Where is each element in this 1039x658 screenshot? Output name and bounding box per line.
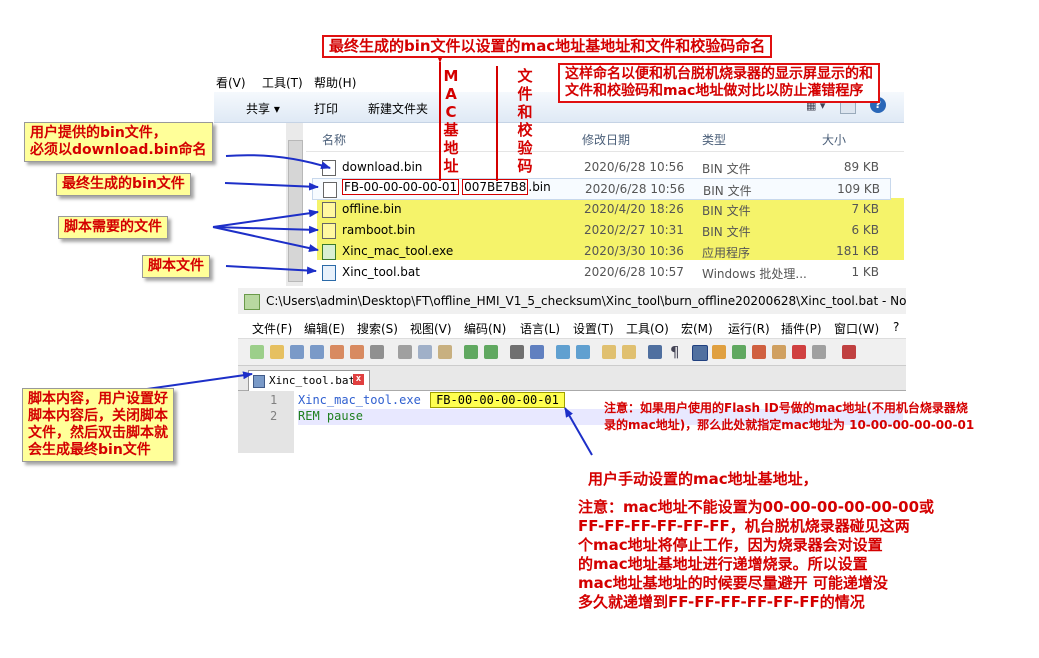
naming-purpose-note: 这样命名以便和机台脱机烧录器的显示屏显示的和 文件和校验码和mac地址做对比以防…: [558, 63, 880, 103]
script-file-callout: 脚本文件: [142, 255, 210, 278]
user-bin-callout: 用户提供的bin文件， 必须以download.bin命名: [24, 122, 213, 162]
checksum-label-char: 和: [517, 103, 533, 121]
checksum-label-char: 校: [517, 121, 533, 139]
arrow-final-bin: [224, 182, 319, 191]
mac-label-char: 基: [443, 121, 459, 139]
arrow-user-bin: [225, 154, 331, 170]
script-content-callout: 脚本内容，用户设置好 脚本内容后，关闭脚本 文件，然后双击脚本就 会生成最终bi…: [22, 388, 174, 462]
checksum-label-char: 码: [517, 157, 533, 175]
mac-label-char: M: [443, 67, 459, 85]
arrow-script-file: [225, 265, 317, 275]
manual-mac-note: 用户手动设置的mac地址基地址，: [588, 470, 818, 488]
mac-label-char: 址: [443, 157, 459, 175]
checksum-label-char: 验: [517, 139, 533, 157]
flash-id-note: 注意：如果用户使用的Flash ID号做的mac地址(不用机台烧录器烧 录的ma…: [604, 401, 975, 432]
mac-label-char: 地: [443, 139, 459, 157]
arrow-mac-arg: [564, 407, 593, 456]
naming-rule-banner: 最终生成的bin文件以设置的mac地址基地址和文件和校验码命名: [322, 35, 773, 58]
checksum-label-char: 文: [517, 67, 533, 85]
script-needed-callout: 脚本需要的文件: [58, 216, 168, 239]
checksum-label-char: 件: [517, 85, 533, 103]
arrow-script-needed: [212, 209, 319, 228]
mac-warning-note: 注意：mac地址不能设置为00-00-00-00-00-00或 FF-FF-FF…: [578, 498, 935, 611]
final-bin-callout: 最终生成的bin文件: [56, 173, 191, 196]
mac-label-char: A: [445, 85, 457, 103]
mac-label-char: C: [445, 103, 457, 121]
